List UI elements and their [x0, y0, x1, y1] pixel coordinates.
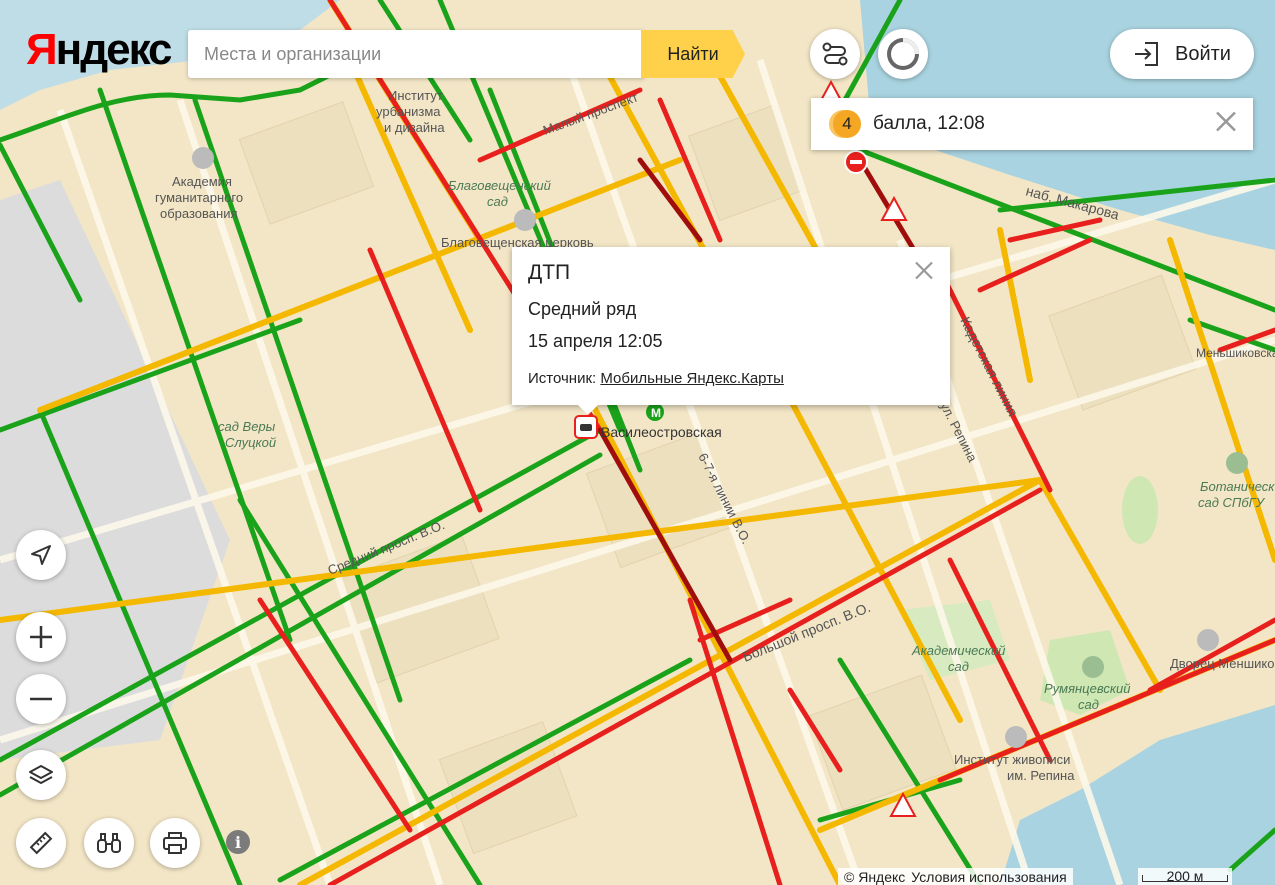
- popup-description: Средний ряд: [528, 299, 637, 319]
- road-closed-marker[interactable]: [844, 150, 868, 174]
- traffic-lights-icon: [887, 38, 919, 70]
- traffic-toggle-button[interactable]: [878, 29, 928, 79]
- terms-link[interactable]: Условия использования: [911, 869, 1066, 885]
- traffic-panel: 4 балла, 12:08: [811, 98, 1253, 150]
- label-menshikov: Дворец Меншикова: [1170, 656, 1275, 671]
- ruler-icon: [29, 831, 53, 855]
- plus-icon: [30, 626, 52, 648]
- zoom-out-button[interactable]: [16, 674, 66, 724]
- login-label: Войти: [1175, 42, 1231, 65]
- incident-popup: ДТП Средний ряд 15 апреля 12:05 Источник…: [512, 247, 950, 415]
- map-footer: © Яндекс Условия использования: [838, 868, 1073, 885]
- print-button[interactable]: [150, 818, 200, 868]
- label-menshikov-sq: Меньшиковская: [1196, 346, 1275, 360]
- label-metro: Василеостровская: [601, 424, 722, 440]
- route-button[interactable]: [810, 29, 860, 79]
- label-botanic: Ботаническийсад СПбГУ: [1198, 479, 1275, 510]
- accident-marker[interactable]: [574, 415, 598, 439]
- traffic-score-badge: 4: [833, 110, 861, 138]
- login-icon: [1135, 42, 1159, 66]
- panorama-button[interactable]: [84, 818, 134, 868]
- popup-source-link[interactable]: Мобильные Яндекс.Карты: [600, 370, 783, 387]
- printer-icon: [163, 832, 187, 854]
- copyright-text[interactable]: © Яндекс: [844, 869, 905, 885]
- layers-icon: [29, 765, 53, 784]
- traffic-status-text: балла, 12:08: [873, 113, 985, 134]
- locate-button[interactable]: [16, 530, 66, 580]
- minus-icon: [30, 697, 52, 701]
- ruler-button[interactable]: [16, 818, 66, 868]
- popup-source-label: Источник:: [528, 370, 597, 387]
- popup-datetime: 15 апреля 12:05: [528, 331, 663, 351]
- search-input[interactable]: [202, 30, 636, 78]
- navigation-arrow-icon: [31, 545, 51, 565]
- close-icon[interactable]: [914, 261, 934, 286]
- scale-bar[interactable]: 200 м: [1138, 868, 1232, 885]
- yandex-logo[interactable]: Яндекс: [26, 28, 173, 72]
- find-button[interactable]: Найти: [641, 30, 745, 78]
- zoom-in-button[interactable]: [16, 612, 66, 662]
- popup-title: ДТП: [528, 261, 571, 284]
- route-icon: [822, 42, 848, 66]
- close-icon[interactable]: [1215, 111, 1237, 138]
- label-garden-very: сад Веры Слуцкой: [218, 419, 276, 450]
- svg-text:М: М: [651, 406, 661, 420]
- search-box: [188, 30, 644, 78]
- popup-source: Источник: Мобильные Яндекс.Карты: [528, 370, 784, 387]
- binoculars-icon: [97, 833, 121, 853]
- login-button[interactable]: Войти: [1110, 29, 1254, 79]
- layers-button[interactable]: [16, 750, 66, 800]
- info-icon[interactable]: i: [226, 830, 250, 854]
